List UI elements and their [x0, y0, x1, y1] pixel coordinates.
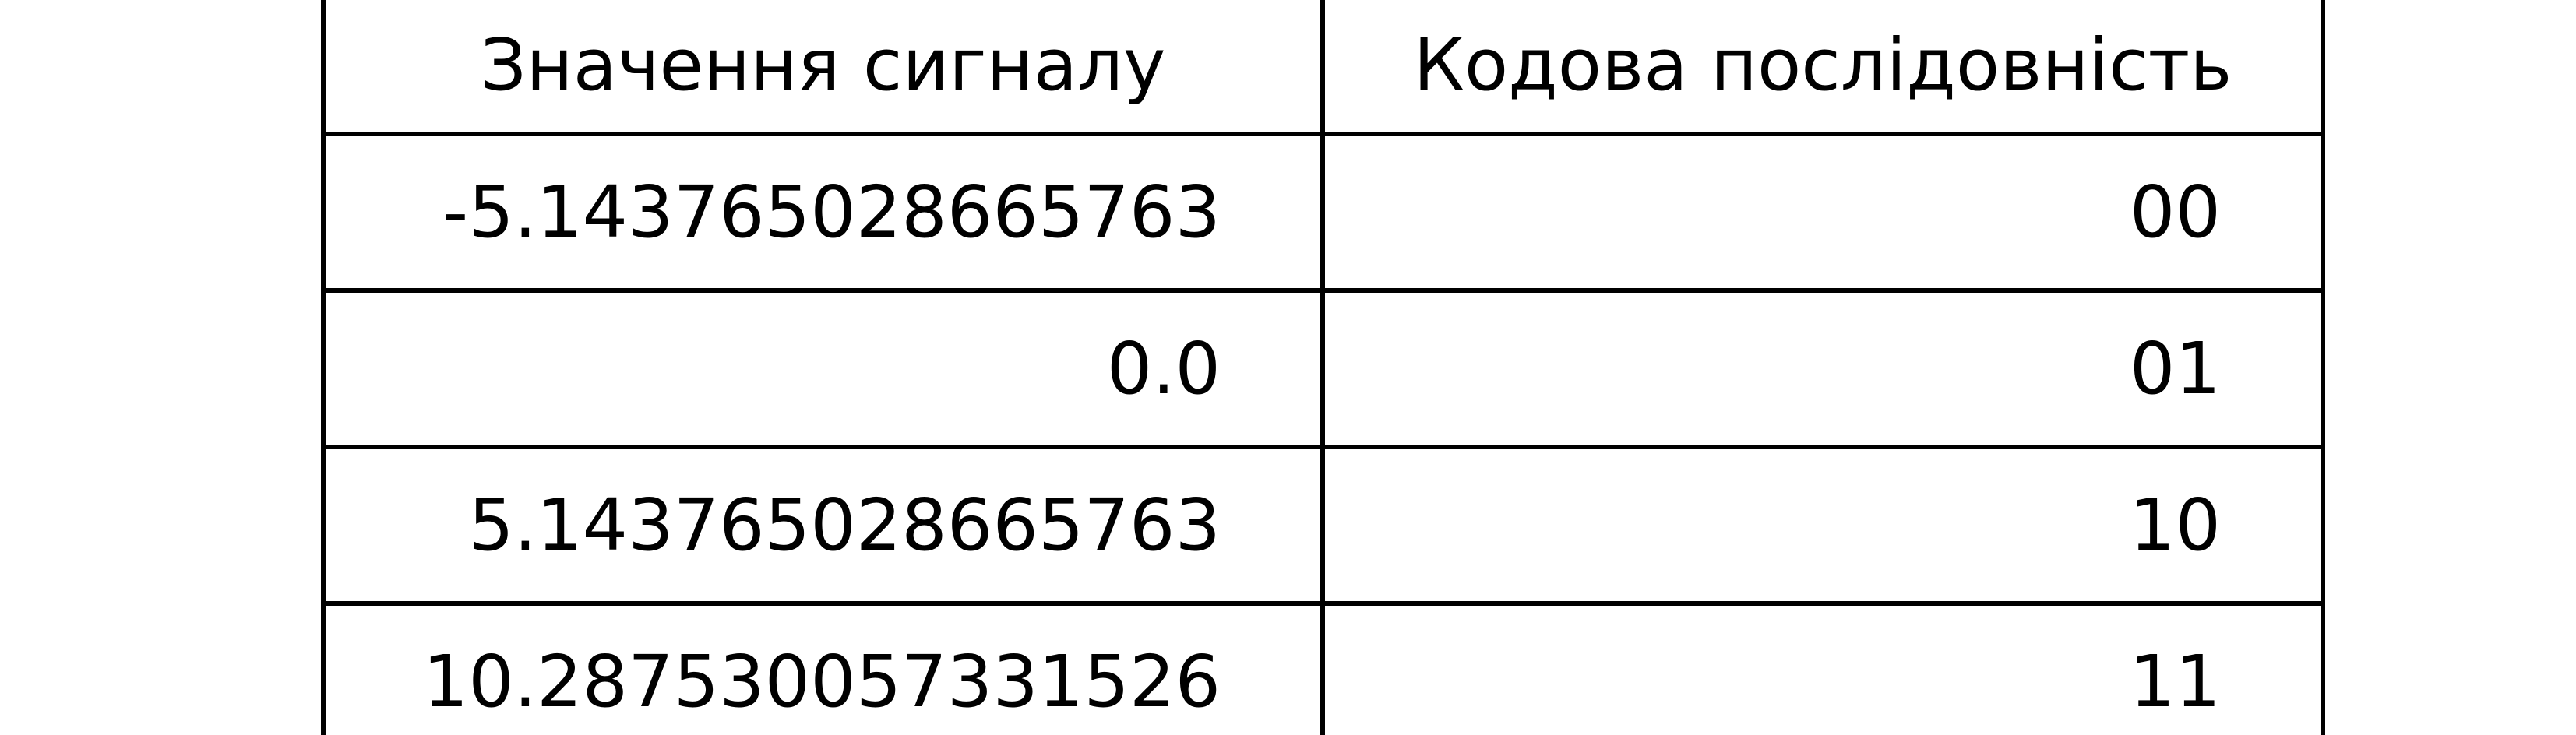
cell-code-sequence: 11: [1320, 601, 2325, 735]
table-header-row: Значення сигналу Кодова послідовність: [321, 0, 2325, 136]
table-row: 5.143765028665763 10: [321, 445, 2325, 606]
cell-code-sequence: 01: [1320, 288, 2325, 449]
table-container: Значення сигналу Кодова послідовність -5…: [321, 0, 2325, 735]
table-row: 0.0 01: [321, 288, 2325, 449]
cell-code-sequence: 00: [1320, 132, 2325, 293]
header-code-sequence: Кодова послідовність: [1320, 0, 2325, 136]
page: Значення сигналу Кодова послідовність -5…: [0, 0, 2576, 735]
cell-signal-value: 5.143765028665763: [321, 445, 1325, 606]
table-row: 10.287530057331526 11: [321, 601, 2325, 735]
cell-signal-value: -5.143765028665763: [321, 132, 1325, 293]
header-signal-value: Значення сигналу: [321, 0, 1325, 136]
signal-code-table: Значення сигналу Кодова послідовність -5…: [321, 0, 2325, 735]
cell-code-sequence: 10: [1320, 445, 2325, 606]
table-row: -5.143765028665763 00: [321, 132, 2325, 293]
cell-signal-value: 10.287530057331526: [321, 601, 1325, 735]
cell-signal-value: 0.0: [321, 288, 1325, 449]
